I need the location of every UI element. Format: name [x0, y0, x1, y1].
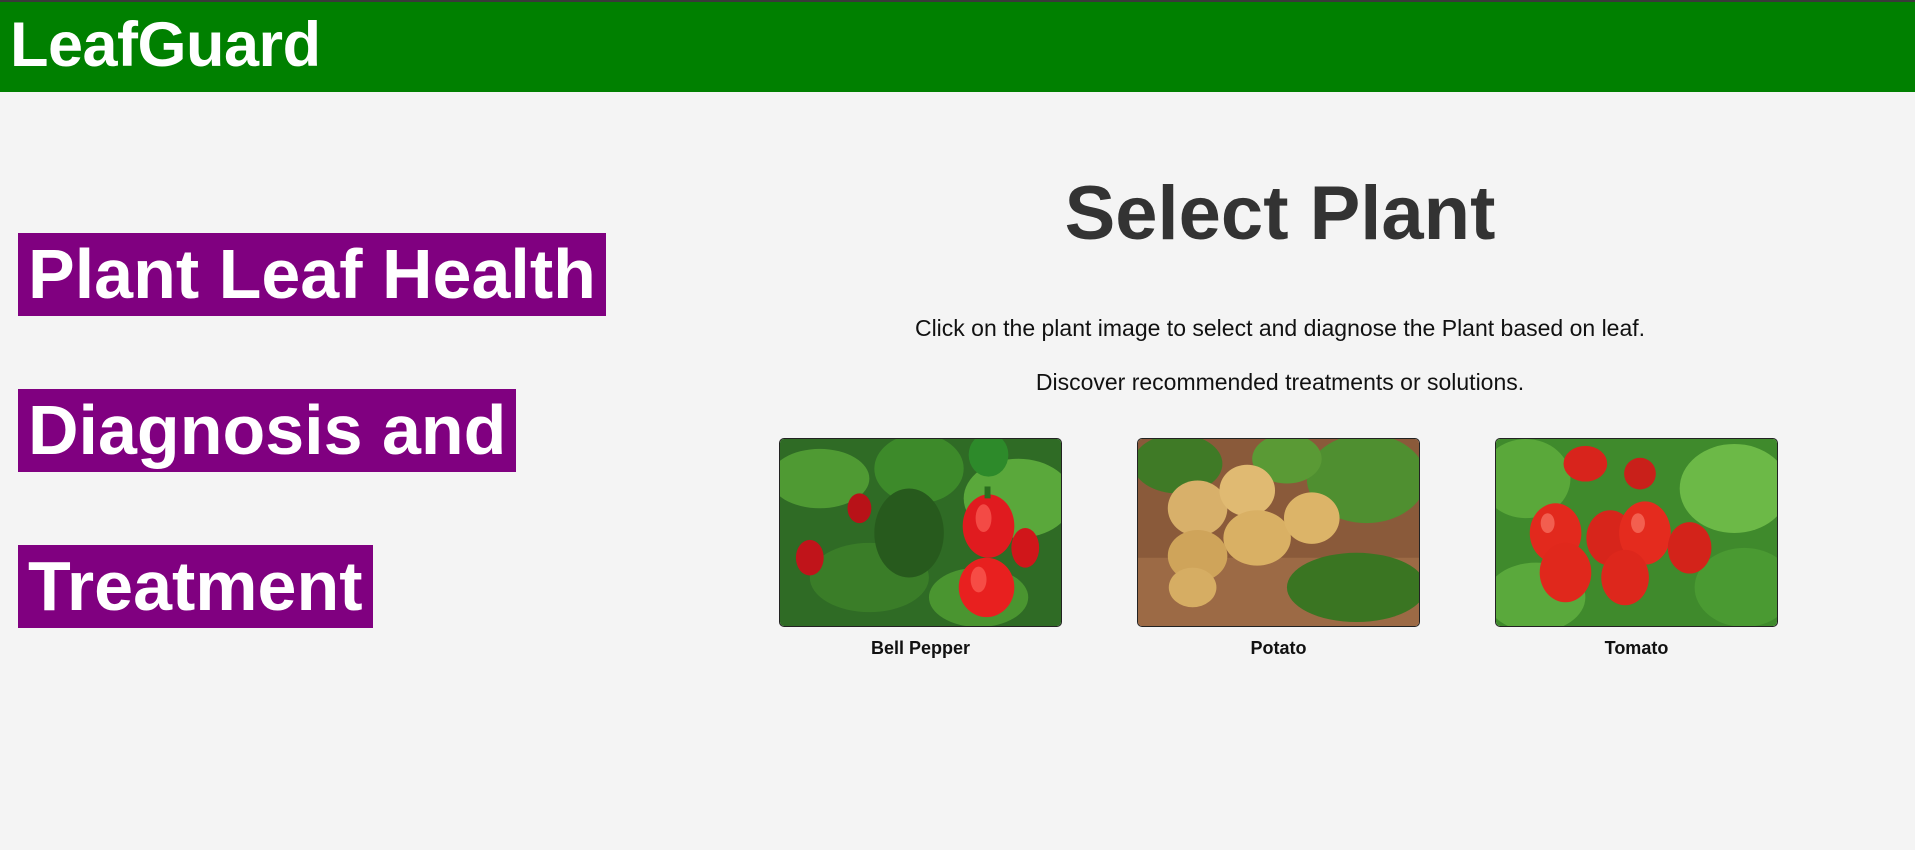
- plant-card-potato[interactable]: Potato: [1137, 438, 1420, 659]
- headline-line-1: Plant Leaf Health: [18, 233, 606, 316]
- headline-line-2: Diagnosis and: [18, 389, 517, 472]
- plant-label-potato[interactable]: Potato: [1137, 638, 1420, 659]
- plant-card-tomato[interactable]: Tomato: [1495, 438, 1778, 659]
- plant-selection-section: Select Plant Click on the plant image to…: [740, 0, 1820, 850]
- bell-pepper-image[interactable]: [779, 438, 1062, 627]
- brand-logo[interactable]: LeafGuard: [10, 14, 321, 77]
- plant-label-tomato[interactable]: Tomato: [1495, 638, 1778, 659]
- tomato-image[interactable]: [1495, 438, 1778, 627]
- plant-card-bell-pepper[interactable]: Bell Pepper: [779, 438, 1062, 659]
- plant-label-bell-pepper[interactable]: Bell Pepper: [779, 638, 1062, 659]
- tagline-text: Discover recommended treatments or solut…: [1035, 369, 1525, 395]
- page-title: Select Plant: [1064, 171, 1496, 256]
- instruction-text: Click on the plant image to select and d…: [914, 315, 1646, 341]
- potato-image[interactable]: [1137, 438, 1420, 627]
- headline-line-3: Treatment: [18, 545, 373, 628]
